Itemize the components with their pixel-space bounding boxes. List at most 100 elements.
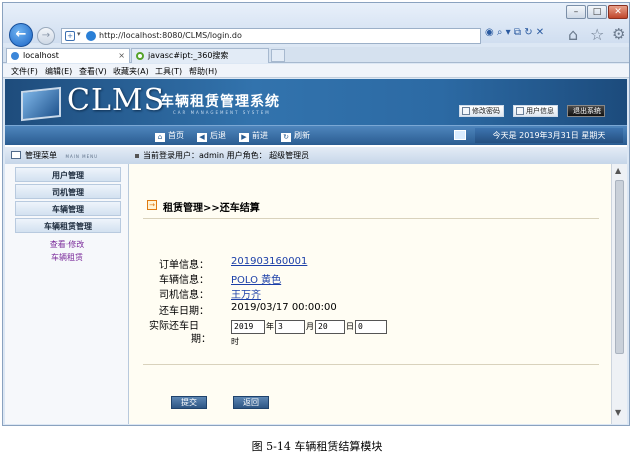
change-password-button[interactable]: 修改密码 — [459, 105, 504, 117]
sidebar-item-drivers[interactable]: 司机管理 — [15, 184, 121, 199]
logo: CLMS — [67, 83, 166, 118]
main-content: → 租赁管理>>还车结算 订单信息： 201903160001 车辆信息： PO… — [129, 164, 613, 424]
title-bar: – □ ✕ ← → + ▾ http://localhost:8080/CLMS… — [3, 3, 629, 47]
year-unit: 年 — [266, 322, 274, 331]
sidebar: 管理菜单 MAIN MENU 用户管理 司机管理 车辆管理 车辆租赁管理 查看·… — [5, 147, 129, 424]
close-window-button[interactable]: ✕ — [608, 5, 628, 19]
user-info-label: 用户信息 — [526, 107, 554, 115]
bullet-icon — [135, 154, 139, 158]
order-link[interactable]: 201903160001 — [231, 256, 307, 267]
forward-arrow-icon[interactable]: → — [37, 27, 55, 45]
date-display: 今天是 2019年3月31日 星期天 — [475, 128, 623, 143]
address-tools[interactable]: ◉ ⌕ ▾ ⧉ ↻ ✕ — [485, 27, 544, 38]
divider — [143, 364, 599, 365]
sidebar-item-rentals[interactable]: 车辆租赁管理 — [15, 218, 121, 233]
monitor-logo-icon — [21, 86, 61, 122]
driver-label: 司机信息： — [159, 290, 209, 301]
change-password-label: 修改密码 — [472, 107, 500, 115]
refresh-icon: ↻ — [281, 133, 291, 142]
tab-bar: localhost × javasc#ipt:_360搜索 — [3, 47, 629, 63]
sidebar-item-users[interactable]: 用户管理 — [15, 167, 121, 182]
home-icon[interactable]: ⌂ — [568, 25, 578, 44]
tab-label: localhost — [23, 51, 59, 60]
figure-caption: 图 5-14 车辆租赁结算模块 — [251, 440, 383, 453]
page-viewport: CLMS 车辆租赁管理系统 CAR MANAGEMENT SYSTEM 修改密码… — [5, 79, 627, 424]
minimize-button[interactable]: – — [566, 5, 586, 19]
gear-icon[interactable]: ⚙ — [612, 25, 625, 43]
hour-unit: 时 — [231, 337, 239, 346]
day-unit: 日 — [346, 322, 354, 331]
order-label: 订单信息： — [159, 260, 209, 271]
menu-edit[interactable]: 编辑(E) — [45, 66, 72, 77]
nav-forward-label: 前进 — [252, 131, 268, 140]
actual-return-label-2: 期： — [191, 334, 211, 345]
system-subtitle: CAR MANAGEMENT SYSTEM — [173, 110, 271, 115]
current-user-bar: 当前登录用户：admin 用户角色： 超级管理员 — [129, 147, 627, 164]
vertical-scrollbar[interactable]: ▲ ▼ — [611, 164, 627, 424]
scroll-up-icon[interactable]: ▲ — [615, 166, 621, 175]
day-input[interactable]: 20 — [315, 320, 345, 334]
screen-icon — [454, 130, 466, 140]
return-date-label: 还车日期： — [159, 306, 209, 317]
tab-label: javasc#ipt:_360搜索 — [148, 51, 229, 60]
divider — [143, 218, 599, 219]
compat-shield-icon[interactable]: + — [65, 31, 75, 41]
tab-localhost[interactable]: localhost × — [6, 48, 130, 63]
sidebar-title-en: MAIN MENU — [65, 154, 99, 159]
new-tab-button[interactable] — [271, 49, 285, 62]
scroll-down-icon[interactable]: ▼ — [615, 408, 621, 417]
menu-help[interactable]: 帮助(H) — [189, 66, 217, 77]
page-title: 租赁管理>>还车结算 — [163, 203, 260, 214]
address-url[interactable]: http://localhost:8080/CLMS/login.do — [99, 31, 242, 40]
maximize-button[interactable]: □ — [587, 5, 607, 19]
edit-icon — [462, 107, 470, 115]
year-input[interactable]: 2019 — [231, 320, 265, 334]
right-arrow-icon: ▶ — [239, 133, 249, 142]
menu-favorites[interactable]: 收藏夹(A) — [113, 66, 149, 77]
scroll-thumb[interactable] — [615, 180, 624, 354]
car-link[interactable]: POLO 黄色 — [231, 271, 281, 286]
system-title: 车辆租赁管理系统 — [160, 94, 280, 110]
submit-button[interactable]: 提交 — [171, 396, 207, 409]
hour-input[interactable]: 0 — [355, 320, 387, 334]
sidebar-link-view-edit[interactable]: 查看·修改 — [5, 239, 129, 250]
nav-forward[interactable]: ▶ 前进 — [239, 130, 268, 142]
tab-360-search[interactable]: javasc#ipt:_360搜索 — [131, 48, 269, 63]
back-arrow-icon[interactable]: ← — [9, 23, 33, 47]
car-label: 车辆信息： — [159, 275, 209, 286]
app-banner: CLMS 车辆租赁管理系统 CAR MANAGEMENT SYSTEM 修改密码… — [5, 79, 627, 125]
exit-system-button[interactable]: 退出系统 — [567, 105, 605, 117]
menu-tools[interactable]: 工具(T) — [155, 66, 182, 77]
menu-icon — [11, 151, 21, 159]
nav-back[interactable]: ◀ 后退 — [197, 130, 226, 142]
nav-refresh[interactable]: ↻ 刷新 — [281, 130, 310, 142]
user-info-button[interactable]: 用户信息 — [513, 105, 558, 117]
ie-page-icon — [86, 31, 96, 41]
nav-bar: ⌂ 首页 ◀ 后退 ▶ 前进 ↻ 刷新 今天是 2019年3月31日 星期天 — [5, 125, 627, 145]
menu-file[interactable]: 文件(F) — [11, 66, 38, 77]
current-user-text: 当前登录用户：admin 用户角色： 超级管理员 — [143, 151, 310, 160]
ie-tab-icon — [11, 52, 19, 60]
sidebar-item-vehicles[interactable]: 车辆管理 — [15, 201, 121, 216]
sidebar-header: 管理菜单 MAIN MENU — [5, 147, 129, 164]
address-bar[interactable]: + ▾ http://localhost:8080/CLMS/login.do — [61, 28, 481, 44]
driver-link[interactable]: 王万齐 — [231, 286, 261, 301]
nav-home[interactable]: ⌂ 首页 — [155, 130, 184, 142]
browser-window: – □ ✕ ← → + ▾ http://localhost:8080/CLMS… — [2, 2, 630, 426]
nav-back-label: 后退 — [210, 131, 226, 140]
360-tab-icon — [136, 52, 144, 60]
document-icon — [516, 107, 524, 115]
tab-close-icon[interactable]: × — [118, 49, 125, 62]
sidebar-link-rent[interactable]: 车辆租赁 — [5, 252, 129, 263]
back-button[interactable]: 返回 — [233, 396, 269, 409]
menu-view[interactable]: 查看(V) — [79, 66, 107, 77]
address-dropdown-icon[interactable]: ▾ — [77, 30, 81, 38]
nav-refresh-label: 刷新 — [294, 131, 310, 140]
month-input[interactable]: 3 — [275, 320, 305, 334]
favorites-star-icon[interactable]: ☆ — [590, 25, 604, 44]
menu-bar: 文件(F) 编辑(E) 查看(V) 收藏夹(A) 工具(T) 帮助(H) — [3, 64, 629, 78]
left-arrow-icon: ◀ — [197, 133, 207, 142]
home-icon: ⌂ — [155, 133, 165, 142]
return-date-value: 2019/03/17 00:00:00 — [231, 302, 337, 313]
arrow-box-icon: → — [147, 200, 157, 210]
